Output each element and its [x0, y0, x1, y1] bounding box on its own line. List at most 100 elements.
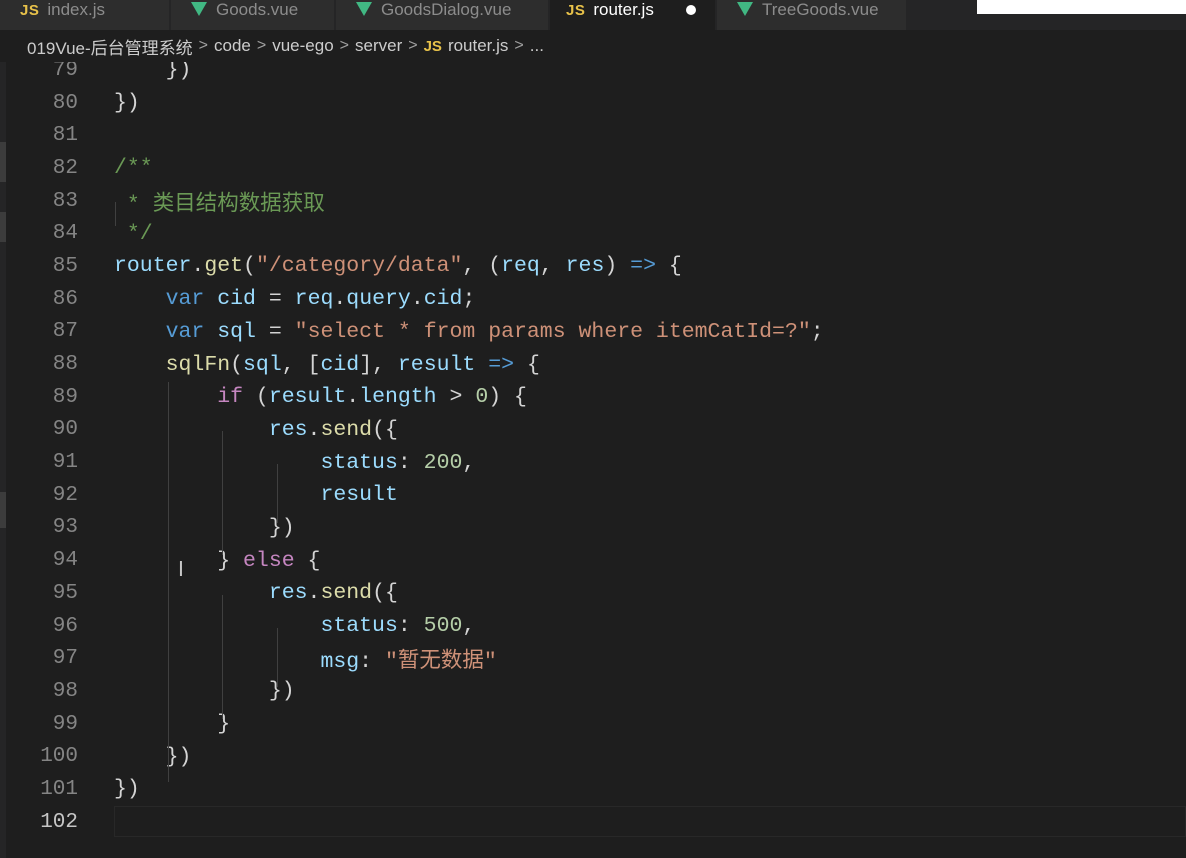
code-token: ],	[359, 352, 398, 377]
code-lines[interactable]: 79 }) 80}) 81 82/** 83 * 类目结构数据获取 84 */85 rout…	[0, 62, 1186, 839]
line-number: 97	[52, 647, 78, 671]
line-number: 81	[52, 124, 78, 148]
tab-goods-vue[interactable]: Goods.vue	[171, 0, 335, 30]
code-line[interactable]: 91 status: 200,	[0, 446, 1186, 479]
line-number: 92	[52, 483, 78, 507]
code-token: sql	[243, 352, 282, 377]
tab-goodsdialog-vue[interactable]: GoodsDialog.vue	[336, 0, 549, 30]
tab-label: index.js	[47, 0, 105, 19]
code-line[interactable]: 79 })	[0, 62, 1186, 87]
code-token: (	[243, 254, 256, 279]
code-text[interactable]: /**	[114, 156, 153, 180]
tab-router-js[interactable]: JS router.js	[550, 0, 716, 30]
code-line[interactable]: 86 var cid = req.query.cid;	[0, 283, 1186, 316]
code-line[interactable]: 80})	[0, 87, 1186, 120]
tab-index-js[interactable]: JS index.js	[0, 0, 170, 30]
code-token: result	[268, 385, 347, 410]
code-token: :	[359, 650, 385, 675]
code-token: res	[565, 254, 605, 279]
breadcrumb-item-server[interactable]: server	[355, 36, 402, 56]
code-token: })	[114, 91, 140, 116]
editor-window: JS index.js Goods.vue GoodsDialog.vue JS…	[0, 0, 1186, 858]
code-text[interactable]: router.get("/category/data", (req, res) …	[114, 254, 682, 278]
code-token: req	[501, 254, 540, 279]
code-line[interactable]: 101})	[0, 773, 1186, 806]
tab-bar: JS index.js Goods.vue GoodsDialog.vue JS…	[0, 0, 1186, 30]
code-token: {	[294, 548, 321, 573]
breadcrumb-item-project[interactable]: 019Vue-后台管理系统	[27, 34, 193, 59]
code-line[interactable]: 81	[0, 119, 1186, 152]
code-text[interactable]: })	[114, 777, 140, 801]
code-line[interactable]: 96 status: 500,	[0, 610, 1186, 643]
code-token: "select * from params where itemCatId=?"	[294, 319, 811, 344]
code-line[interactable]: 83 * 类目结构数据获取	[0, 185, 1186, 218]
code-text[interactable]: var cid = req.query.cid;	[114, 287, 476, 312]
code-line[interactable]: 87 var sql = "select * from params where…	[0, 316, 1186, 349]
code-editor[interactable]: 79 }) 80}) 81 82/** 83 * 类目结构数据获取 84 */85 rout…	[0, 62, 1186, 858]
code-text[interactable]: })	[114, 91, 140, 115]
code-text[interactable]: var sql = "select * from params where it…	[114, 320, 824, 344]
code-line[interactable]: 95 res.send({	[0, 577, 1186, 610]
code-token: 200	[423, 450, 463, 475]
code-text[interactable]: if (result.length > 0) {	[114, 385, 527, 409]
breadcrumb-item-code[interactable]: code	[214, 36, 251, 56]
breadcrumb-item-vue-ego[interactable]: vue-ego	[272, 36, 333, 56]
code-line[interactable]: 90 res.send({	[0, 414, 1186, 447]
code-line[interactable]: 93 })	[0, 512, 1186, 545]
line-number: 96	[52, 614, 78, 638]
code-text[interactable]: } else {	[114, 549, 320, 573]
line-number: 83	[52, 189, 78, 213]
code-text[interactable]: })	[114, 516, 295, 540]
line-number: 102	[40, 810, 78, 834]
code-line[interactable]: 102	[0, 805, 1186, 839]
tab-treegoods-vue[interactable]: TreeGoods.vue	[717, 0, 907, 30]
current-line-highlight	[114, 805, 1186, 837]
code-text[interactable]: }	[114, 712, 230, 736]
code-token: sql	[217, 319, 256, 344]
code-text[interactable]: */	[114, 222, 153, 246]
code-token: })	[114, 62, 192, 83]
code-line[interactable]: 88 sqlFn(sql, [cid], result => {	[0, 348, 1186, 381]
code-text[interactable]: * 类目结构数据获取	[114, 186, 325, 217]
code-token: cid	[423, 287, 463, 312]
code-text[interactable]: res.send({	[114, 581, 398, 605]
code-token: ,	[462, 450, 476, 475]
breadcrumb-item-symbols[interactable]: ...	[530, 36, 544, 56]
code-token: =>	[488, 352, 515, 377]
code-text[interactable]: result	[114, 483, 397, 507]
breadcrumb-item-file[interactable]: router.js	[448, 36, 508, 56]
code-token: res	[268, 417, 308, 442]
code-token: })	[114, 515, 295, 540]
code-line[interactable]: 82 /**	[0, 152, 1186, 185]
code-token: ,	[462, 614, 476, 639]
code-token: , [	[281, 352, 321, 377]
code-token: else	[243, 548, 295, 573]
code-line[interactable]: 98 })	[0, 675, 1186, 708]
code-token: .	[307, 417, 321, 442]
line-number: 80	[52, 91, 78, 115]
code-text[interactable]: res.send({	[114, 418, 398, 442]
code-token: .	[410, 287, 424, 312]
code-text[interactable]: })	[114, 679, 295, 703]
code-token: })	[114, 777, 140, 802]
line-number: 94	[52, 549, 78, 573]
code-token: :	[397, 614, 424, 639]
code-text[interactable]: msg: "暂无数据"	[114, 643, 496, 675]
code-text[interactable]: sqlFn(sql, [cid], result => {	[114, 353, 540, 377]
code-token: .	[333, 287, 347, 312]
code-line[interactable]: 97 msg: "暂无数据"	[0, 642, 1186, 675]
breadcrumb: 019Vue-后台管理系统 > code > vue-ego > server …	[0, 30, 1186, 62]
code-text[interactable]: })	[114, 62, 192, 83]
code-text[interactable]: })	[114, 745, 192, 769]
code-line[interactable]: 99 }	[0, 708, 1186, 741]
code-line[interactable]: 92 result	[0, 479, 1186, 512]
unsaved-dot-icon[interactable]	[685, 5, 696, 15]
code-line[interactable]: 85 router.get("/category/data", (req, res…	[0, 250, 1186, 283]
code-token: ;	[810, 319, 824, 344]
code-line[interactable]: 100 })	[0, 740, 1186, 773]
code-line[interactable]: 84 */	[0, 217, 1186, 250]
line-number: 99	[52, 712, 78, 736]
code-line[interactable]: 89 if (result.length > 0) {	[0, 381, 1186, 414]
line-number: 95	[52, 581, 78, 605]
